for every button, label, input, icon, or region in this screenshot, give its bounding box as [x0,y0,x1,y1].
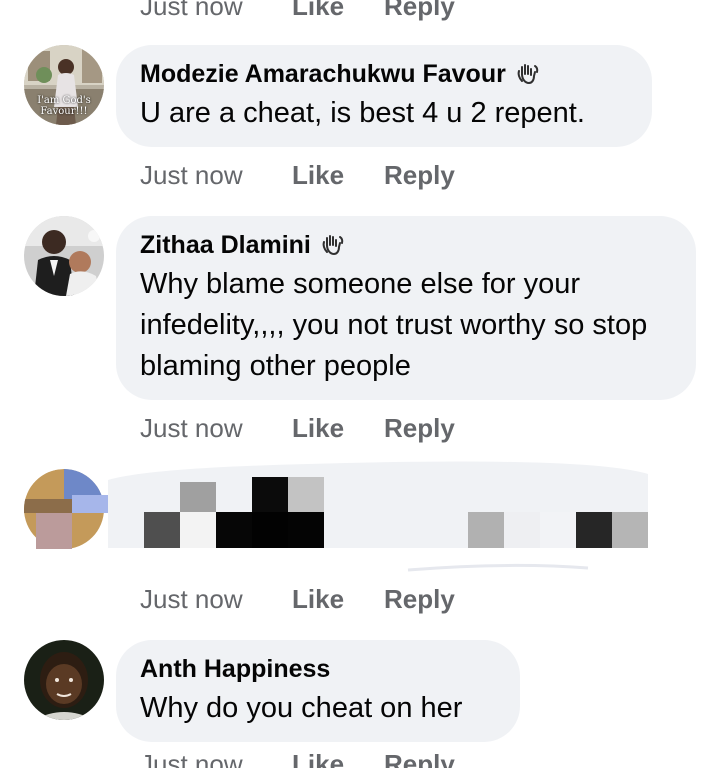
like-button[interactable]: Like [292,584,384,615]
comment-actions: Just now Like Reply [140,408,455,448]
avatar[interactable] [24,640,104,720]
commenter-name[interactable]: Anth Happiness [140,654,330,684]
wave-icon [517,64,539,84]
comment-actions: Just now Like Reply [140,579,455,619]
pixel-block [72,495,108,513]
reply-button[interactable]: Reply [384,413,455,444]
avatar[interactable]: I'am God's Favour!!! [24,45,104,125]
reply-button[interactable]: Reply [384,160,455,191]
censored-comment-bubble [108,461,648,572]
pixel-block [36,513,72,549]
avatar[interactable] [24,216,104,296]
comment-text: U are a cheat, is best 4 u 2 repent. [140,97,585,129]
commenter-name[interactable]: Zithaa Dlamini [140,230,311,260]
comment-bubble: Zithaa Dlamini Why blame someone else fo… [116,216,696,400]
like-button[interactable]: Like [292,413,384,444]
comment-bubble: Modezie Amarachukwu Favour U are a cheat… [116,45,652,147]
comment-bubble: Anth Happiness Why do you cheat on her [116,640,520,742]
reply-button[interactable]: Reply [384,584,455,615]
like-button[interactable]: Like [292,749,384,768]
comment-actions: Just now Like Reply [140,155,455,195]
comments-thread: Just now Like Reply I'am God's Favour!!!… [0,0,720,768]
comment-actions: Just now Like Reply [140,744,455,768]
timestamp[interactable]: Just now [140,584,292,615]
wave-icon [322,235,344,255]
comment-text: Why blame someone else for your infedeli… [140,268,648,382]
timestamp[interactable]: Just now [140,160,292,191]
like-button[interactable]: Like [292,0,384,22]
reply-button[interactable]: Reply [384,749,455,768]
timestamp[interactable]: Just now [140,413,292,444]
reply-button[interactable]: Reply [384,0,455,22]
timestamp[interactable]: Just now [140,749,292,768]
like-button[interactable]: Like [292,160,384,191]
comment-text: Why do you cheat on her [140,692,463,724]
avatar-photo [24,216,104,296]
comment-actions: Just now Like Reply [140,0,455,26]
commenter-name[interactable]: Modezie Amarachukwu Favour [140,59,506,89]
timestamp[interactable]: Just now [140,0,292,22]
avatar-caption: I'am God's Favour!!! [37,95,91,117]
avatar-photo [24,640,104,720]
